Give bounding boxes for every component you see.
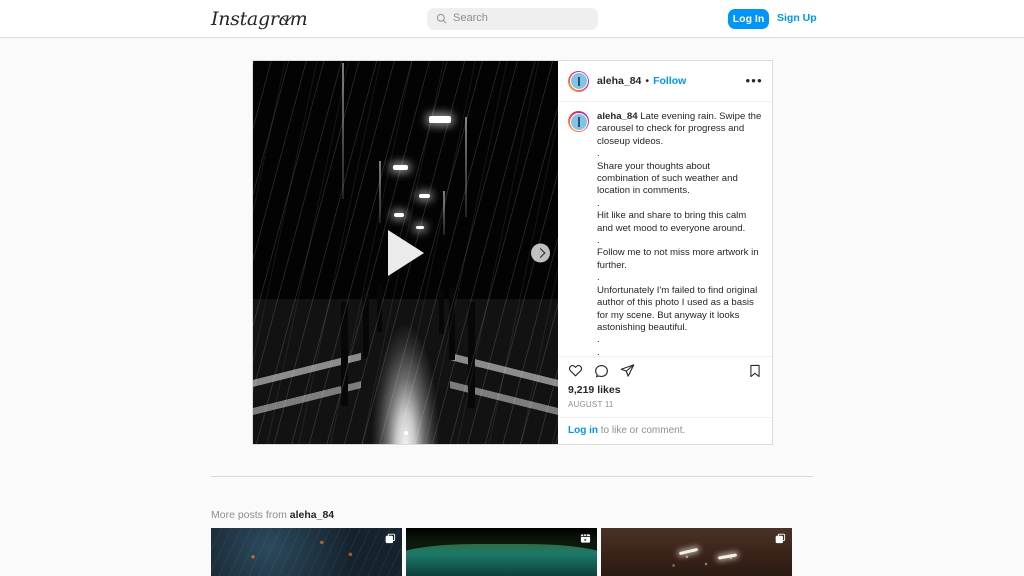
login-prompt-text: to like or comment. (598, 425, 686, 436)
post-container: aleha_84 • Follow ••• aleha_84 Late even… (252, 60, 773, 445)
comment-icon[interactable] (594, 363, 609, 378)
caption-body: Late evening rain. Swipe the carousel to… (597, 111, 762, 356)
thumb3-lamp-left (678, 547, 699, 556)
post-header: aleha_84 • Follow ••• (558, 61, 772, 102)
avatar[interactable] (568, 70, 589, 92)
more-posts-prefix: More posts from (211, 509, 290, 521)
more-posts-username[interactable]: aleha_84 (290, 509, 334, 521)
bookmark-icon[interactable] (748, 364, 762, 378)
reel-icon (580, 534, 591, 543)
login-prompt-link[interactable]: Log in (568, 425, 598, 436)
login-prompt: Log in to like or comment. (558, 417, 772, 444)
carousel-icon (775, 533, 786, 544)
more-posts-grid (211, 528, 813, 576)
section-divider (211, 476, 813, 477)
login-button[interactable]: Log In (728, 9, 769, 29)
like-count[interactable]: 9,219 likes (558, 384, 772, 396)
signup-button[interactable]: Sign Up (777, 12, 817, 24)
thumbnail-2[interactable] (406, 528, 597, 576)
caption-avatar[interactable] (568, 111, 589, 132)
post-action-bar (558, 356, 772, 384)
thumbnail-3[interactable] (601, 528, 792, 576)
search-icon (436, 13, 447, 24)
carousel-icon (385, 533, 396, 544)
carousel-next-button[interactable] (531, 243, 550, 262)
thumb3-lamp-right (717, 553, 738, 560)
separator-dot: • (645, 75, 650, 87)
top-navigation-bar: Instagram Search Log In Sign Up (0, 0, 1024, 38)
thumbnail-1[interactable] (211, 528, 402, 576)
post-media[interactable] (253, 61, 558, 444)
ellipsis-icon[interactable]: ••• (745, 74, 763, 87)
carousel-indicator-dot (403, 431, 408, 435)
post-date: AUGUST 11 (568, 400, 614, 409)
instagram-logo[interactable]: Instagram (211, 8, 308, 30)
caption-author[interactable]: aleha_84 (597, 111, 638, 122)
heart-icon[interactable] (568, 363, 583, 378)
post-author-username[interactable]: aleha_84 (597, 75, 641, 87)
share-icon[interactable] (620, 363, 635, 378)
play-icon[interactable] (387, 229, 424, 276)
search-placeholder: Search (453, 12, 488, 24)
more-posts-heading: More posts from aleha_84 (211, 509, 334, 521)
follow-button[interactable]: Follow (653, 75, 686, 87)
caption-section: aleha_84 Late evening rain. Swipe the ca… (558, 102, 772, 356)
post-sidebar: aleha_84 • Follow ••• aleha_84 Late even… (558, 61, 772, 444)
caption-text: aleha_84 Late evening rain. Swipe the ca… (597, 111, 762, 356)
search-input[interactable]: Search (427, 8, 598, 30)
